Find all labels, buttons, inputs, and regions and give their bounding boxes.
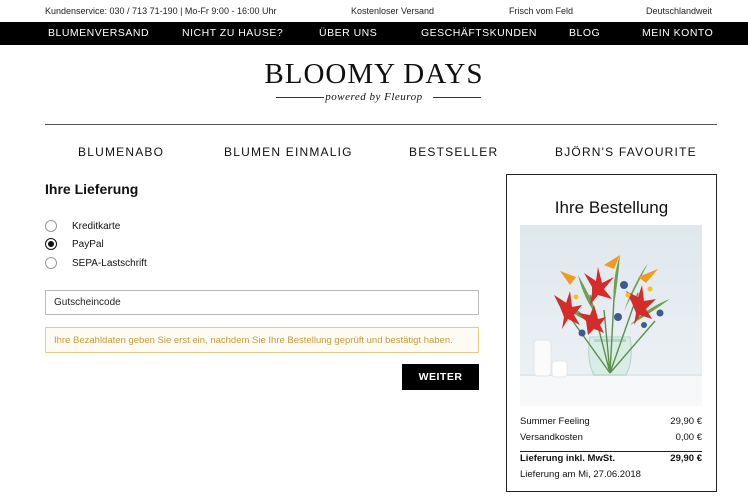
order-item-name: Versandkosten — [520, 432, 583, 443]
radio-button[interactable] — [45, 257, 57, 269]
payment-option-label: Kreditkarte — [72, 220, 121, 232]
payment-option-paypal[interactable]: PayPal — [45, 237, 104, 251]
category-blumen-einmalig[interactable]: BLUMEN EINMALIG — [224, 145, 353, 159]
order-total-label: Lieferung inkl. MwSt. — [520, 453, 616, 464]
nav-item-mein-konto[interactable]: MEIN KONTO — [642, 27, 713, 39]
category-bjoerns-favourite[interactable]: BJÖRN'S FAVOURITE — [555, 145, 697, 159]
logo-line-left — [276, 97, 324, 98]
order-total-divider — [520, 451, 702, 452]
payment-option-kreditkarte[interactable]: Kreditkarte — [45, 219, 120, 233]
logo-line-right — [433, 97, 481, 98]
top-info-bar: Kundenservice: 030 / 713 71-190 | Mo-Fr … — [0, 0, 748, 22]
radio-button-selected[interactable] — [45, 238, 57, 250]
product-image — [520, 225, 702, 406]
customer-service-text: Kundenservice: 030 / 713 71-190 | Mo-Fr … — [45, 6, 277, 16]
category-bestseller[interactable]: BESTSELLER — [409, 145, 498, 159]
nav-item-ueber-uns[interactable]: ÜBER UNS — [319, 27, 377, 39]
payment-notice: Ihre Bezahldaten geben Sie erst ein, nac… — [45, 327, 479, 353]
order-item-name: Summer Feeling — [520, 416, 590, 427]
payment-option-label: PayPal — [72, 238, 104, 250]
order-total-row: Lieferung inkl. MwSt. 29,90 € — [520, 453, 702, 466]
continue-button[interactable]: WEITER — [402, 364, 479, 390]
payment-option-sepa[interactable]: SEPA-Lastschrift — [45, 256, 147, 270]
order-item-row: Versandkosten 0,00 € — [520, 432, 702, 445]
order-item-row: Summer Feeling 29,90 € — [520, 416, 702, 429]
order-summary-title: Ihre Bestellung — [554, 198, 669, 217]
logo-subtitle: powered by Fleurop — [325, 91, 423, 103]
free-shipping-text: Kostenloser Versand — [351, 6, 435, 16]
delivery-heading: Ihre Lieferung — [45, 181, 139, 197]
nav-item-geschaeftskunden[interactable]: GESCHÄFTSKUNDEN — [421, 27, 537, 39]
nationwide-text: Deutschlandweit — [646, 6, 713, 16]
fresh-text: Frisch vom Feld — [509, 6, 574, 16]
nav-item-blumenversand[interactable]: BLUMENVERSAND — [48, 27, 149, 39]
delivery-date-row: Lieferung am Mi, 27.06.2018 — [520, 469, 702, 482]
nav-item-nicht-zu-hause[interactable]: NICHT ZU HAUSE? — [182, 27, 283, 39]
category-blumenabo[interactable]: BLUMENABO — [78, 145, 164, 159]
order-summary: Ihre Bestellung Summer Feeling 29,90 € V… — [506, 174, 717, 492]
voucher-code-input[interactable] — [45, 290, 479, 315]
order-item-price: 29,90 € — [670, 416, 702, 427]
logo-title: BLOOMY DAYS — [264, 58, 484, 90]
header-divider — [45, 124, 717, 125]
order-item-price: 0,00 € — [675, 432, 702, 443]
main-nav: BLUMENVERSAND NICHT ZU HAUSE? ÜBER UNS G… — [0, 22, 748, 45]
order-total-value: 29,90 € — [670, 453, 702, 464]
nav-item-blog[interactable]: BLOG — [569, 27, 600, 39]
payment-option-label: SEPA-Lastschrift — [72, 257, 147, 269]
site-logo[interactable]: BLOOMY DAYS powered by Fleurop — [0, 58, 748, 103]
delivery-date: Lieferung am Mi, 27.06.2018 — [520, 469, 641, 480]
radio-button[interactable] — [45, 220, 57, 232]
